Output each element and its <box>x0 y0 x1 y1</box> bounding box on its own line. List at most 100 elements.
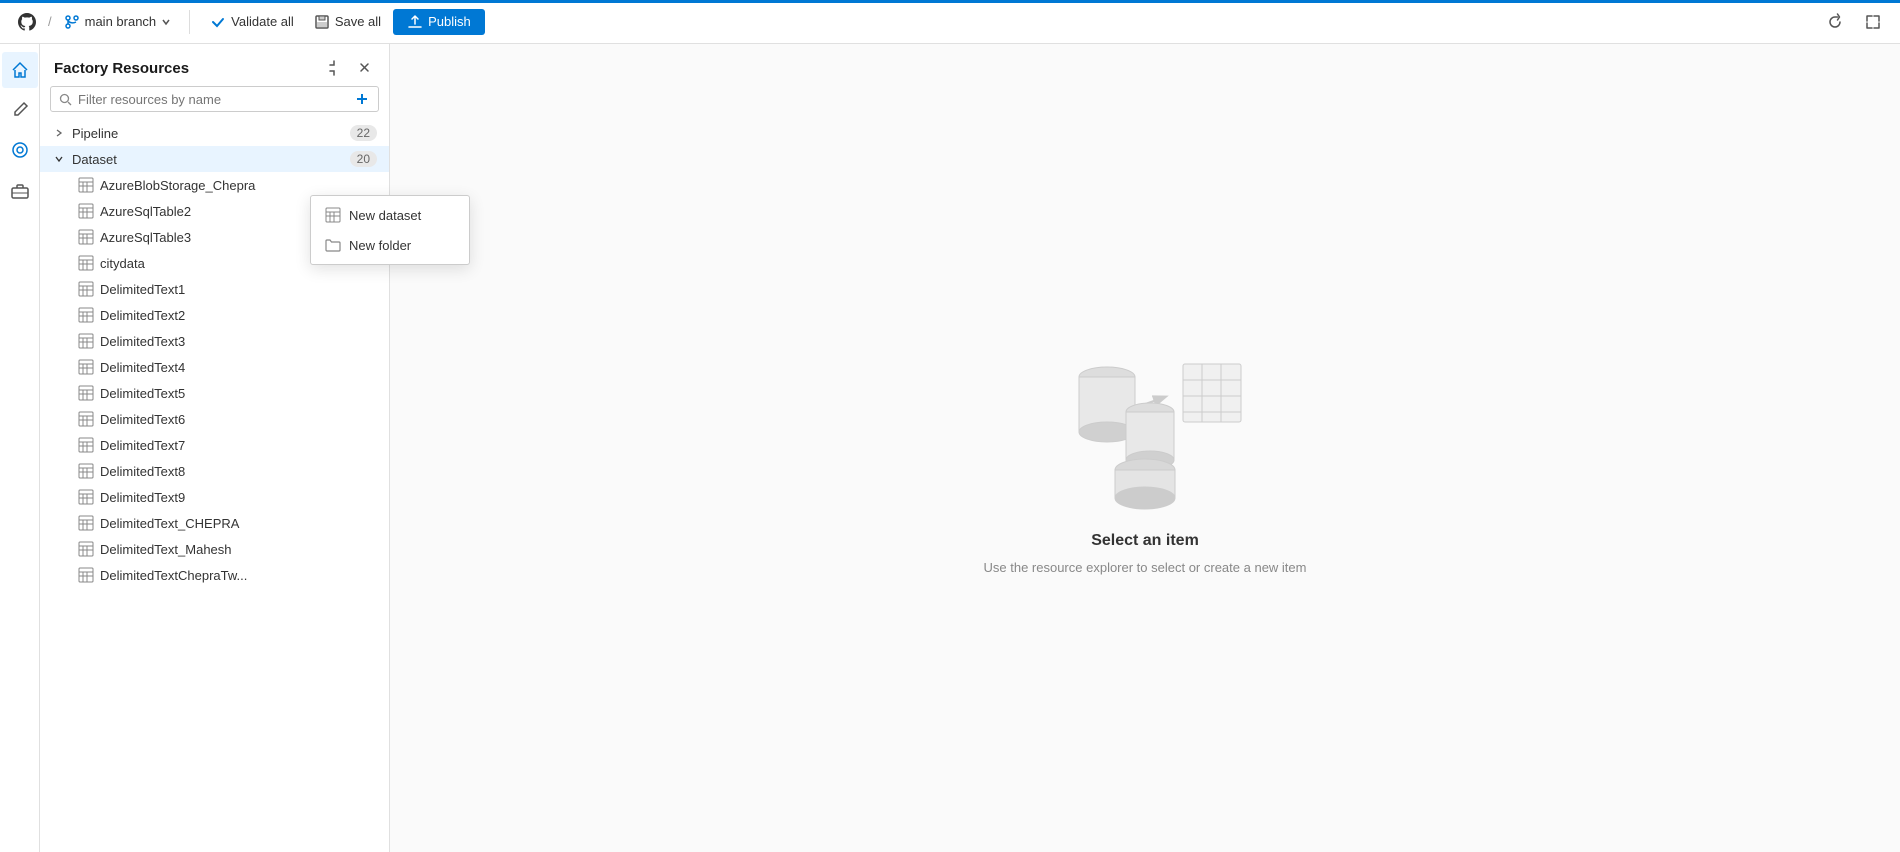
new-dataset-item[interactable]: New dataset <box>311 200 469 230</box>
dataset-item-icon <box>78 203 94 219</box>
item-label: DelimitedText3 <box>100 334 377 349</box>
dataset-item-icon <box>78 489 94 505</box>
save-icon <box>314 14 330 30</box>
list-item[interactable]: DelimitedText2 <box>40 302 389 328</box>
home-icon <box>10 60 30 80</box>
chevron-down-icon <box>52 154 66 164</box>
dataset-item-icon <box>78 177 94 193</box>
item-label: DelimitedText7 <box>100 438 377 453</box>
header-actions <box>323 58 377 78</box>
list-item[interactable]: DelimitedText_CHEPRA <box>40 510 389 536</box>
item-label: AzureBlobStorage_Chepra <box>100 178 377 193</box>
chevron-down-icon <box>161 17 171 27</box>
github-link[interactable] <box>12 9 42 35</box>
topbar-blue-accent <box>0 0 1900 3</box>
context-menu: New dataset New folder <box>310 195 470 265</box>
refresh-button[interactable] <box>1820 9 1850 35</box>
add-resource-button[interactable] <box>354 91 370 107</box>
collapse-icon <box>327 60 343 76</box>
search-box[interactable] <box>50 86 379 112</box>
list-item[interactable]: DelimitedTextChepraTw... <box>40 562 389 588</box>
empty-state-title: Select an item <box>1091 532 1199 550</box>
list-item[interactable]: DelimitedText_Mahesh <box>40 536 389 562</box>
refresh-icon <box>1826 13 1844 31</box>
list-item[interactable]: DelimitedText3 <box>40 328 389 354</box>
branch-selector[interactable]: main branch <box>58 10 178 34</box>
item-label: DelimitedText6 <box>100 412 377 427</box>
dataset-label: Dataset <box>72 152 344 167</box>
close-panel-icon <box>357 60 373 76</box>
dataset-item-icon <box>78 515 94 531</box>
new-folder-icon <box>325 237 341 253</box>
list-item[interactable]: DelimitedText9 <box>40 484 389 510</box>
sidebar-item-monitor[interactable] <box>2 132 38 168</box>
item-label: DelimitedText1 <box>100 282 377 297</box>
add-icon <box>354 91 370 107</box>
pipeline-row[interactable]: Pipeline 22 <box>40 120 389 146</box>
search-input[interactable] <box>78 92 348 107</box>
item-label: DelimitedText9 <box>100 490 377 505</box>
topbar-slash: / <box>48 14 52 29</box>
item-label: DelimitedText_Mahesh <box>100 542 377 557</box>
item-label: DelimitedTextChepraTw... <box>100 568 377 583</box>
validate-icon <box>210 14 226 30</box>
branch-label: main branch <box>85 14 157 29</box>
dataset-item-icon <box>78 281 94 297</box>
dataset-item-icon <box>78 385 94 401</box>
close-panel-button[interactable] <box>353 58 377 78</box>
dataset-item-icon <box>78 359 94 375</box>
validate-all-label: Validate all <box>231 14 294 29</box>
save-all-button[interactable]: Save all <box>306 10 389 34</box>
expand-button[interactable] <box>1858 9 1888 35</box>
item-label: DelimitedText_CHEPRA <box>100 516 377 531</box>
dataset-item-icon <box>78 567 94 583</box>
main-content: Select an item Use the resource explorer… <box>390 44 1900 852</box>
topbar: / main branch Validate all Save all <box>0 0 1900 44</box>
empty-state: Select an item Use the resource explorer… <box>984 322 1307 575</box>
sidebar-icons <box>0 44 40 852</box>
item-label: DelimitedText8 <box>100 464 377 479</box>
list-item[interactable]: DelimitedText4 <box>40 354 389 380</box>
dataset-item-icon <box>78 411 94 427</box>
new-folder-item[interactable]: New folder <box>311 230 469 260</box>
publish-label: Publish <box>428 14 471 29</box>
item-label: DelimitedText2 <box>100 308 377 323</box>
sidebar-item-home[interactable] <box>2 52 38 88</box>
item-label: DelimitedText4 <box>100 360 377 375</box>
dataset-item-icon <box>78 229 94 245</box>
pipeline-label: Pipeline <box>72 126 344 141</box>
new-dataset-icon <box>325 207 341 223</box>
search-icon <box>59 93 72 106</box>
dataset-item-icon <box>78 307 94 323</box>
dataset-item-icon <box>78 255 94 271</box>
list-item[interactable]: DelimitedText8 <box>40 458 389 484</box>
sidebar-item-manage[interactable] <box>2 172 38 208</box>
dataset-row[interactable]: Dataset 20 <box>40 146 389 172</box>
new-dataset-label: New dataset <box>349 208 421 223</box>
item-label: DelimitedText5 <box>100 386 377 401</box>
save-all-label: Save all <box>335 14 381 29</box>
branch-icon <box>64 14 80 30</box>
resources-title: Factory Resources <box>54 60 189 77</box>
resources-panel: Factory Resources <box>40 44 390 852</box>
list-item[interactable]: DelimitedText6 <box>40 406 389 432</box>
pipeline-count: 22 <box>350 125 377 141</box>
validate-all-button[interactable]: Validate all <box>202 10 302 34</box>
main-layout: Factory Resources <box>0 44 1900 852</box>
list-item[interactable]: DelimitedText7 <box>40 432 389 458</box>
dataset-item-icon <box>78 463 94 479</box>
empty-state-subtitle: Use the resource explorer to select or c… <box>984 560 1307 575</box>
github-icon <box>18 13 36 31</box>
resources-header: Factory Resources <box>40 44 389 86</box>
list-item[interactable]: DelimitedText1 <box>40 276 389 302</box>
new-folder-label: New folder <box>349 238 411 253</box>
separator <box>189 10 190 34</box>
expand-icon <box>1864 13 1882 31</box>
sidebar-item-edit[interactable] <box>2 92 38 128</box>
illustration <box>1035 322 1255 512</box>
collapse-button[interactable] <box>323 58 347 78</box>
publish-button[interactable]: Publish <box>393 9 485 35</box>
publish-icon <box>407 14 423 30</box>
list-item[interactable]: DelimitedText5 <box>40 380 389 406</box>
monitor-icon <box>10 140 30 160</box>
